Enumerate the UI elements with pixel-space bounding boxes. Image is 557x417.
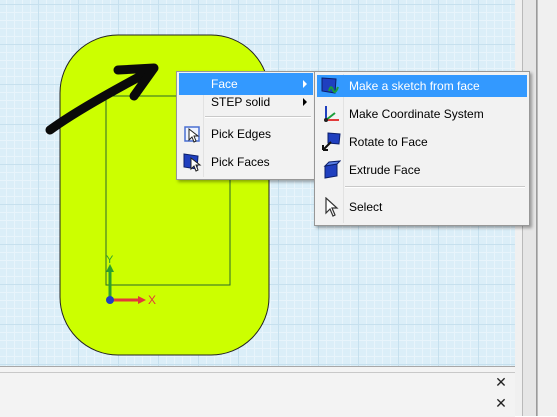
submenu-arrow-icon — [303, 98, 307, 106]
menu-item-label: Make Coordinate System — [349, 107, 484, 121]
scrollbar-edge — [536, 0, 537, 416]
pick-faces-icon — [183, 152, 203, 172]
menu-item-step-solid[interactable]: STEP solid — [179, 91, 313, 113]
bottom-panel-divider — [0, 372, 515, 373]
rotate-to-face-icon — [321, 132, 341, 152]
menu-item-label: Select — [349, 200, 383, 214]
menu-separator — [205, 116, 311, 118]
submenu-arrow-icon — [303, 80, 307, 88]
face-submenu: Make a sketch from face Make Coordinate … — [314, 71, 530, 226]
menu-separator — [345, 186, 525, 188]
menu-item-label: Pick Faces — [211, 155, 270, 169]
extrude-face-icon — [321, 160, 342, 180]
close-icon[interactable]: ✕ — [494, 375, 508, 389]
menu-item-pick-faces[interactable]: Pick Faces — [179, 151, 313, 173]
menu-item-label: Rotate to Face — [349, 135, 428, 149]
menu-item-select[interactable]: Select — [317, 196, 527, 218]
context-menu: Face STEP solid Pick Edges Pick Faces — [176, 71, 316, 180]
menu-item-label: Extrude Face — [349, 163, 421, 177]
menu-item-label: STEP solid — [211, 95, 271, 109]
y-axis-label: Y — [106, 254, 114, 266]
x-axis-label: X — [148, 293, 157, 307]
menu-item-rotate-to-face[interactable]: Rotate to Face — [317, 131, 527, 153]
menu-item-extrude-face[interactable]: Extrude Face — [317, 159, 527, 181]
bottom-panel — [0, 366, 515, 417]
close-icon[interactable]: ✕ — [494, 396, 508, 410]
menu-item-make-coordinate-system[interactable]: Make Coordinate System — [317, 103, 527, 125]
menu-item-label: Face — [211, 77, 238, 91]
menu-item-pick-edges[interactable]: Pick Edges — [179, 123, 313, 145]
sketch-from-face-icon — [321, 76, 341, 96]
menu-item-label: Make a sketch from face — [349, 79, 480, 93]
menu-item-make-sketch-from-face[interactable]: Make a sketch from face — [317, 75, 527, 97]
select-cursor-icon — [321, 196, 341, 217]
menu-item-label: Pick Edges — [211, 127, 272, 141]
pick-edges-icon — [183, 124, 203, 144]
coordinate-system-icon — [321, 104, 341, 124]
